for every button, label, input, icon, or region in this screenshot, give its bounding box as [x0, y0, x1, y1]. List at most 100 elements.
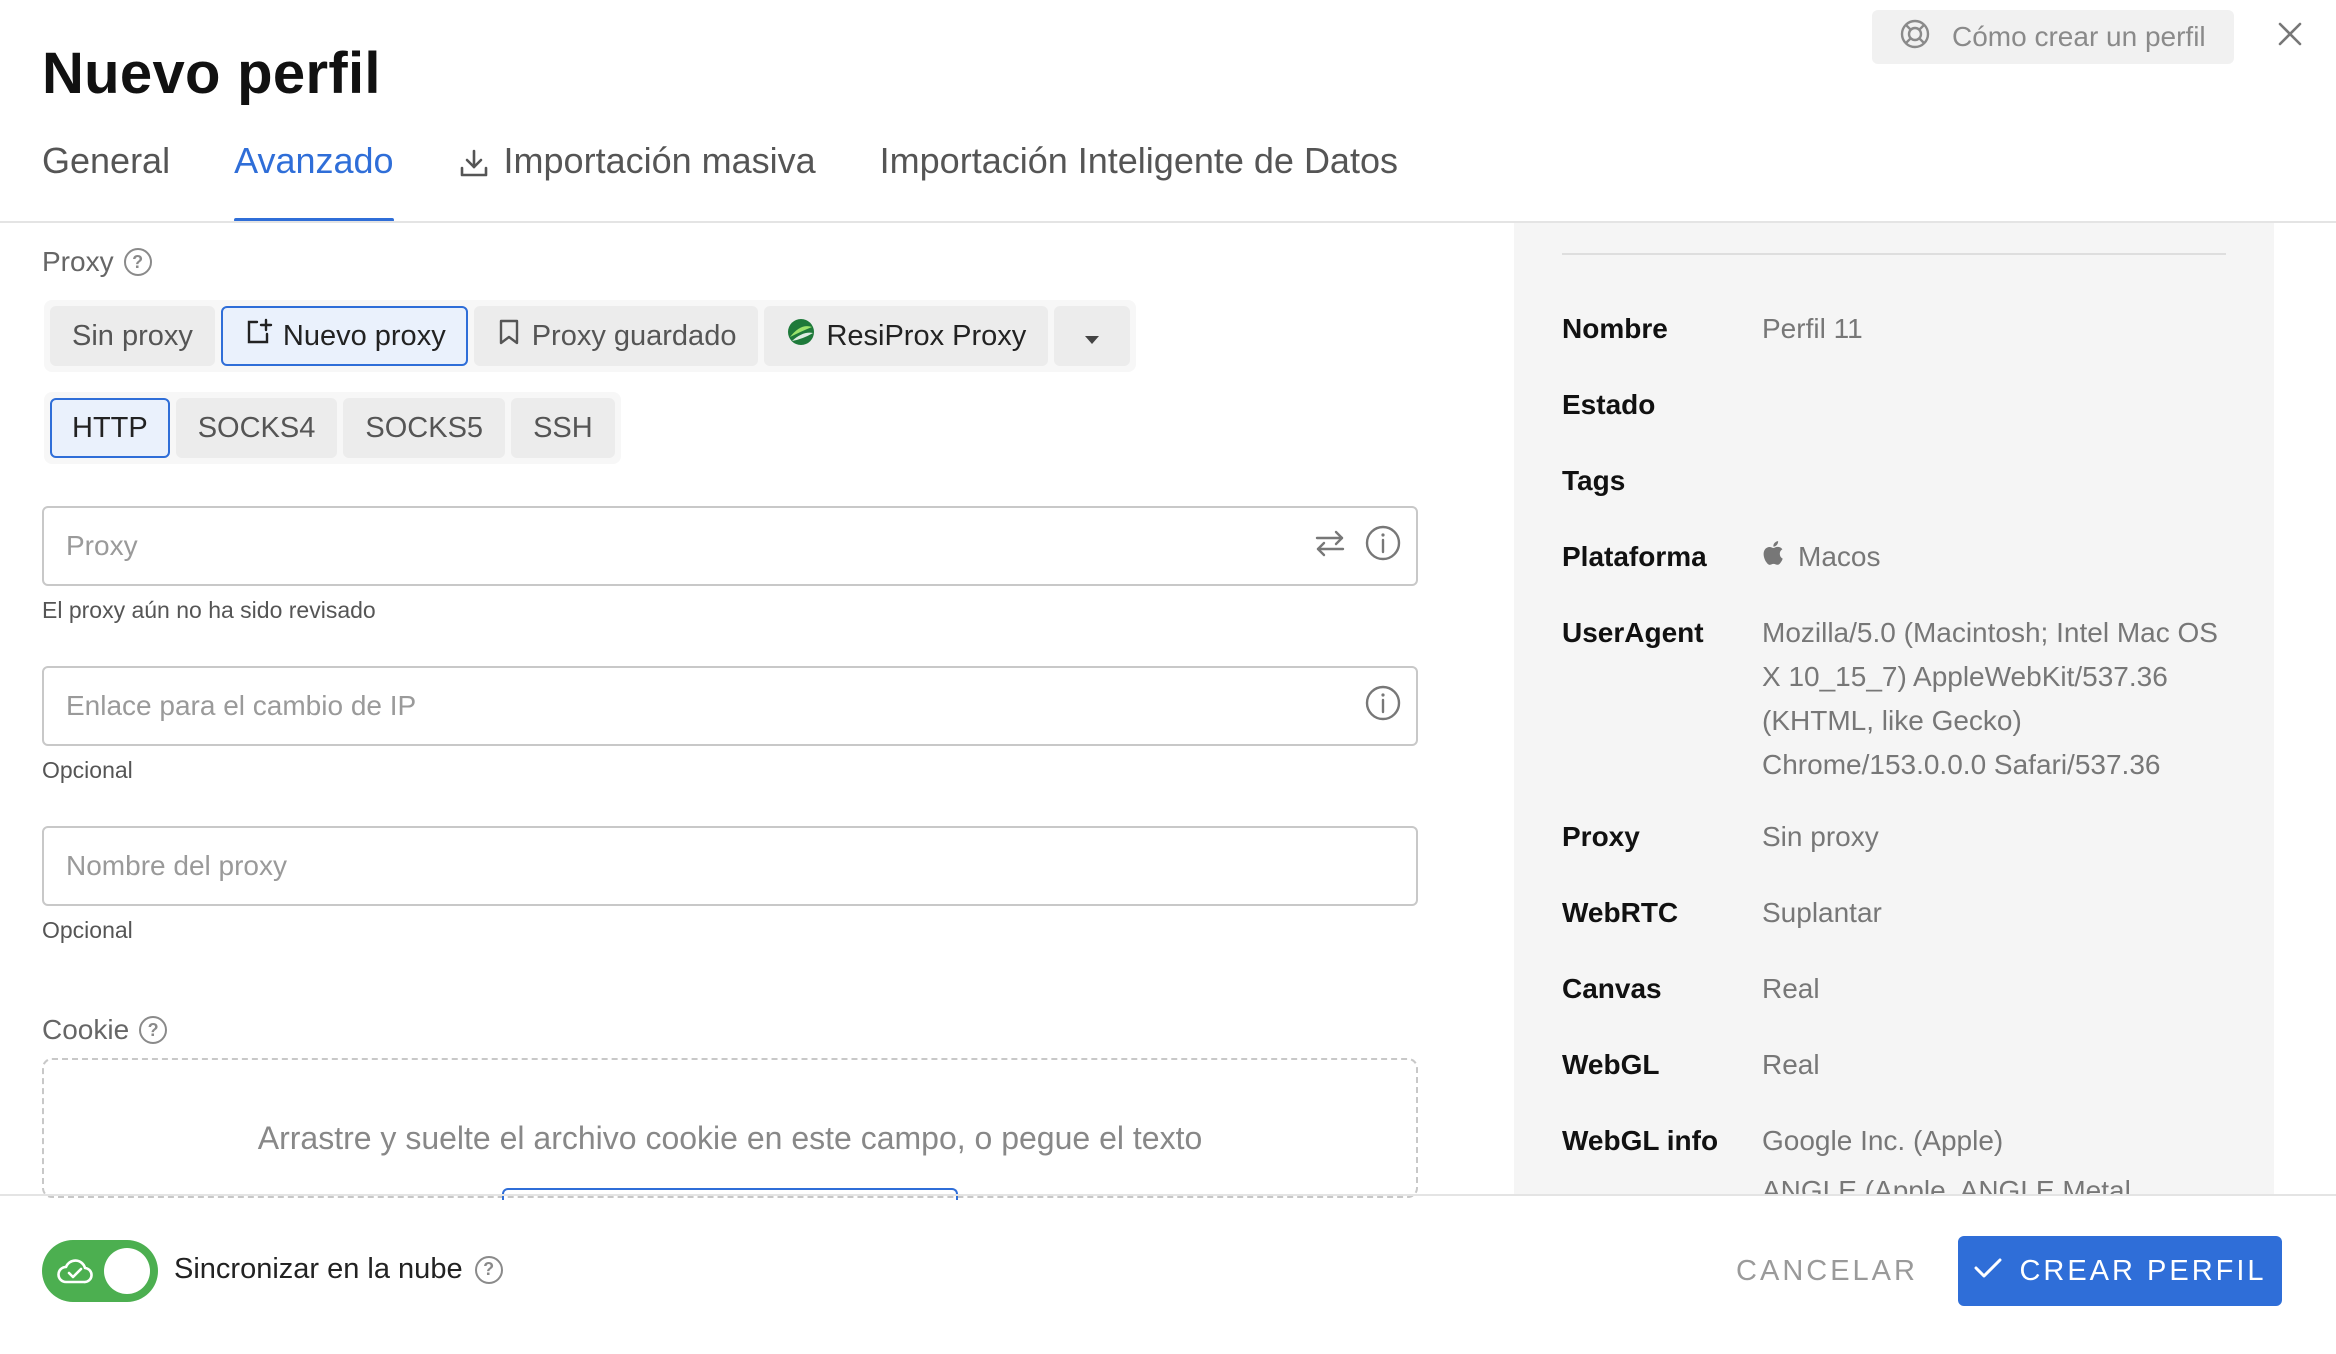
footer-divider	[0, 1194, 2336, 1196]
bookmark-icon	[496, 318, 522, 354]
summary-value: Mozilla/5.0 (Macintosh; Intel Mac OS X 1…	[1762, 617, 2218, 780]
info-icon[interactable]	[1364, 684, 1402, 729]
summary-row-useragent: UserAgent Mozilla/5.0 (Macintosh; Intel …	[1562, 611, 2232, 787]
tab-avanzado[interactable]: Avanzado	[234, 140, 395, 222]
summary-row-estado: Estado	[1562, 383, 2232, 427]
help-link-button[interactable]: Cómo crear un perfil	[1872, 10, 2234, 64]
cookie-dropzone[interactable]: Arrastre y suelte el archivo cookie en e…	[42, 1058, 1418, 1198]
download-icon	[458, 140, 490, 188]
toggle-knob	[104, 1248, 150, 1294]
proxy-mode-guardado[interactable]: Proxy guardado	[473, 306, 759, 366]
summary-value: Google Inc. (Apple)	[1762, 1125, 2004, 1156]
cookie-section-label: Cookie ?	[42, 1014, 168, 1046]
summary-value: Suplantar	[1762, 897, 1882, 928]
proxy-mode-resiprox[interactable]: ResiProx Proxy	[764, 306, 1049, 366]
summary-row-plataforma: Plataforma Macos	[1562, 535, 2232, 579]
summary-divider	[1562, 253, 2226, 255]
cloud-sync-label: Sincronizar en la nube ?	[174, 1253, 503, 1286]
proxy-helper-text: El proxy aún no ha sido revisado	[42, 597, 376, 623]
summary-key: Proxy	[1562, 821, 1640, 852]
tab-label: Importación masiva	[503, 140, 816, 181]
summary-row-proxy: Proxy Sin proxy	[1562, 815, 2232, 859]
tab-importacion-inteligente[interactable]: Importación Inteligente de Datos	[880, 140, 1398, 222]
proxy-mode-nuevo-proxy[interactable]: Nuevo proxy	[220, 306, 468, 366]
seg-label: Nuevo proxy	[282, 319, 446, 352]
summary-key: WebGL	[1562, 1049, 1660, 1080]
ip-change-placeholder: Enlace para el cambio de IP	[66, 690, 417, 721]
cloud-sync-toggle[interactable]	[42, 1240, 158, 1302]
help-icon[interactable]: ?	[474, 1255, 503, 1284]
summary-value: Sin proxy	[1762, 821, 1879, 852]
profile-summary-panel: Nombre Perfil 11 Estado Tags Plataforma …	[1514, 223, 2274, 1195]
summary-row-webgl-info-cont: ANGLE (Apple, ANGLE Metal	[1562, 1169, 2232, 1195]
summary-row-nombre: Nombre Perfil 11	[1562, 307, 2232, 351]
close-icon	[2277, 21, 2303, 52]
proxy-placeholder: Proxy	[66, 530, 138, 561]
summary-key	[1562, 1169, 1762, 1195]
apple-icon	[1762, 535, 1784, 579]
summary-key: Plataforma	[1562, 541, 1707, 572]
caret-down-icon	[1084, 320, 1100, 353]
proxy-label-text: Proxy	[42, 246, 114, 277]
seg-label: Sin proxy	[72, 319, 193, 352]
tab-general[interactable]: General	[42, 140, 170, 222]
summary-key: WebGL info	[1562, 1125, 1719, 1156]
proxy-name-placeholder: Nombre del proxy	[66, 850, 287, 881]
seg-label: SOCKS5	[365, 411, 484, 444]
proxy-name-helper-text: Opcional	[42, 917, 133, 943]
sync-label-text: Sincronizar en la nube	[174, 1253, 463, 1285]
tab-importacion-masiva[interactable]: Importación masiva	[458, 140, 816, 222]
resiprox-logo-icon	[786, 317, 816, 355]
proxy-mode-selector: Sin proxy Nuevo proxy Proxy guardado Res…	[44, 300, 1137, 372]
proxy-mode-sin-proxy[interactable]: Sin proxy	[50, 306, 215, 366]
tab-label: Importación Inteligente de Datos	[879, 140, 1398, 181]
proxy-type-selector: HTTP SOCKS4 SOCKS5 SSH	[44, 392, 621, 464]
proxy-name-input[interactable]: Nombre del proxy	[42, 826, 1418, 906]
summary-value: Perfil 11	[1762, 313, 1863, 344]
summary-key: WebRTC	[1562, 897, 1679, 928]
summary-value: Macos	[1762, 535, 2232, 579]
summary-key: Canvas	[1562, 973, 1662, 1004]
create-profile-button[interactable]: CREAR PERFIL	[1958, 1236, 2282, 1306]
close-button[interactable]	[2270, 16, 2310, 56]
dropzone-text: Arrastre y suelte el archivo cookie en e…	[257, 1120, 1203, 1156]
summary-row-canvas: Canvas Real	[1562, 967, 2232, 1011]
create-profile-label: CREAR PERFIL	[2019, 1254, 2267, 1287]
summary-value: Real	[1762, 973, 1820, 1004]
summary-value: ANGLE (Apple, ANGLE Metal	[1762, 1175, 2131, 1195]
cancel-button[interactable]: CANCELAR	[1720, 1236, 1934, 1306]
ip-change-link-input[interactable]: Enlace para el cambio de IP	[42, 666, 1418, 746]
cloud-check-icon	[56, 1256, 94, 1291]
seg-label: HTTP	[72, 411, 148, 444]
cookie-label-text: Cookie	[42, 1014, 130, 1045]
summary-value	[1762, 383, 2232, 427]
seg-label: SOCKS4	[197, 411, 316, 444]
summary-key: Nombre	[1562, 313, 1668, 344]
seg-label: Proxy guardado	[531, 319, 737, 352]
proxy-type-socks4[interactable]: SOCKS4	[175, 398, 338, 458]
seg-label: SSH	[533, 411, 593, 444]
proxy-type-ssh[interactable]: SSH	[511, 398, 615, 458]
swap-icon[interactable]	[1314, 529, 1346, 564]
tab-bar: General Avanzado Importación masiva Impo…	[42, 140, 1462, 222]
help-icon[interactable]: ?	[123, 248, 152, 276]
proxy-input[interactable]: Proxy	[42, 506, 1418, 586]
summary-key: UserAgent	[1562, 617, 1704, 648]
summary-row-webgl: WebGL Real	[1562, 1043, 2232, 1087]
info-icon[interactable]	[1364, 524, 1402, 569]
add-proxy-icon	[243, 317, 273, 355]
help-icon[interactable]: ?	[139, 1016, 168, 1044]
proxy-type-http[interactable]: HTTP	[50, 398, 170, 458]
proxy-type-socks5[interactable]: SOCKS5	[343, 398, 506, 458]
summary-row-webrtc: WebRTC Suplantar	[1562, 891, 2232, 935]
ip-change-helper-text: Opcional	[42, 757, 133, 783]
summary-row-webgl-info: WebGL info Google Inc. (Apple)	[1562, 1119, 2232, 1163]
tab-label: Avanzado	[234, 140, 394, 181]
summary-key: Estado	[1562, 389, 1656, 420]
summary-row-tags: Tags	[1562, 459, 2232, 503]
proxy-mode-dropdown[interactable]	[1054, 306, 1131, 366]
summary-value: Real	[1762, 1049, 1820, 1080]
lifebuoy-icon	[1898, 17, 1932, 58]
proxy-section-label: Proxy ?	[42, 246, 152, 278]
platform-text: Macos	[1798, 541, 1881, 572]
